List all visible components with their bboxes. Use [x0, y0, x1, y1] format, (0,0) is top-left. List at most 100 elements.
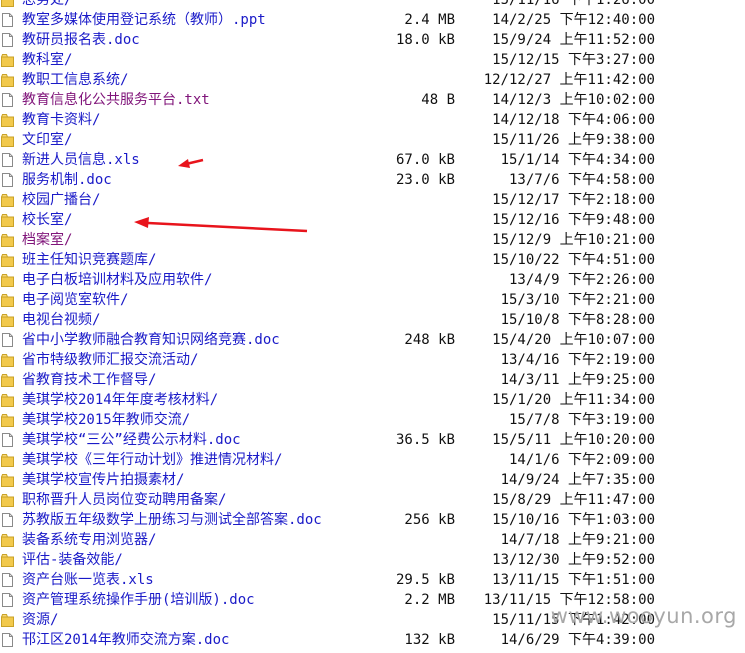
folder-icon: [0, 113, 14, 127]
list-item[interactable]: 文印室/15/11/26 上午9:38:00: [0, 130, 745, 150]
folder-link[interactable]: 教科室/: [22, 50, 72, 70]
folder-link[interactable]: 文印室/: [22, 130, 72, 150]
list-item[interactable]: 新进人员信息.xls 67.0 kB 15/1/14 下午4:34:00: [0, 150, 745, 170]
folder-icon: [0, 493, 14, 507]
list-item[interactable]: 档案室/15/12/9 上午10:21:00: [0, 230, 745, 250]
list-item[interactable]: 职称晋升人员岗位变动聘用备案/15/8/29 上午11:47:00: [0, 490, 745, 510]
list-item[interactable]: 总务处/15/11/16 下午1:26:00: [0, 0, 745, 10]
folder-link[interactable]: 美琪学校2014年年度考核材料/: [22, 390, 218, 410]
file-size: 18.0 kB: [395, 32, 455, 48]
folder-link[interactable]: 教职工信息系统/: [22, 70, 128, 90]
folder-icon: [0, 353, 14, 367]
list-item[interactable]: 美琪学校《三年行动计划》推进情况材料/14/1/6 下午2:09:00: [0, 450, 745, 470]
folder-icon: [0, 253, 14, 267]
list-item[interactable]: 教科室/15/12/15 下午3:27:00: [0, 50, 745, 70]
folder-link[interactable]: 美琪学校《三年行动计划》推进情况材料/: [22, 450, 282, 470]
folder-link[interactable]: 装备系统专用浏览器/: [22, 530, 156, 550]
folder-link[interactable]: 美琪学校宣传片拍摄素材/: [22, 470, 184, 490]
list-item[interactable]: 教职工信息系统/12/12/27 上午11:42:00: [0, 70, 745, 90]
folder-link[interactable]: 教育卡资料/: [22, 110, 100, 130]
folder-icon: [1, 0, 14, 7]
modified-date: 15/3/10 下午2:21:00: [500, 292, 655, 308]
file-link[interactable]: 教研员报名表.doc: [22, 30, 140, 50]
modified-date: 15/11/16 下午1:26:00: [492, 0, 655, 8]
list-item[interactable]: 美琪学校宣传片拍摄素材/14/9/24 上午7:35:00: [0, 470, 745, 490]
file-link[interactable]: 资产管理系统操作手册(培训版).doc: [22, 590, 255, 610]
list-item[interactable]: 美琪学校“三公”经费公示材料.doc 36.5 kB 15/5/11 上午10:20…: [0, 430, 745, 450]
list-item[interactable]: 省中小学教师融合教育知识网络竞赛.doc 248 kB 15/4/20 上午10:0…: [0, 330, 745, 350]
folder-icon: [0, 133, 14, 147]
folder-link[interactable]: 职称晋升人员岗位变动聘用备案/: [22, 490, 226, 510]
folder-icon: [0, 373, 14, 387]
folder-link[interactable]: 班主任知识竞赛题库/: [22, 250, 156, 270]
list-item[interactable]: 电子阅览室软件/15/3/10 下午2:21:00: [0, 290, 745, 310]
list-item[interactable]: 评估-装备效能/13/12/30 上午9:52:00: [0, 550, 745, 570]
list-item[interactable]: 校长室/15/12/16 下午9:48:00: [0, 210, 745, 230]
file-icon: [1, 573, 14, 587]
folder-link[interactable]: 省教育技术工作督导/: [22, 370, 156, 390]
modified-date: 14/12/18 下午4:06:00: [492, 112, 655, 128]
file-link[interactable]: 教育信息化公共服务平台.txt: [22, 90, 210, 110]
list-item[interactable]: 教室多媒体使用登记系统（教师）.ppt 2.4 MB 14/2/25 下午12:40…: [0, 10, 745, 30]
folder-link[interactable]: 电子白板培训材料及应用软件/: [22, 270, 212, 290]
folder-icon: [0, 233, 14, 247]
file-size: 23.0 kB: [395, 172, 455, 188]
folder-link[interactable]: 电视台视频/: [22, 310, 100, 330]
list-item[interactable]: 电子白板培训材料及应用软件/13/4/9 下午2:26:00: [0, 270, 745, 290]
file-size: 2.4 MB: [404, 12, 455, 28]
file-icon: [1, 93, 14, 107]
file-icon: [1, 593, 14, 607]
list-item[interactable]: 资产台账一览表.xls 29.5 kB 13/11/15 下午1:51:00: [0, 570, 745, 590]
folder-link[interactable]: 电子阅览室软件/: [22, 290, 128, 310]
list-item[interactable]: 班主任知识竞赛题库/15/10/22 下午4:51:00: [0, 250, 745, 270]
folder-icon: [0, 293, 14, 307]
folder-link[interactable]: 总务处/: [22, 0, 72, 10]
file-size: 256 kB: [404, 512, 455, 528]
file-link[interactable]: 资产台账一览表.xls: [22, 570, 154, 590]
folder-icon: [0, 193, 14, 207]
modified-date: 15/12/17 下午2:18:00: [492, 192, 655, 208]
file-link[interactable]: 省中小学教师融合教育知识网络竞赛.doc: [22, 330, 280, 350]
list-item[interactable]: 苏教版五年级数学上册练习与测试全部答案.doc 256 kB 15/10/16 下午…: [0, 510, 745, 530]
folder-link[interactable]: 资源/: [22, 610, 58, 630]
list-item[interactable]: 电视台视频/15/10/8 下午8:28:00: [0, 310, 745, 330]
modified-date: 15/10/22 下午4:51:00: [492, 252, 655, 268]
list-item[interactable]: 美琪学校2015年教师交流/15/7/8 下午3:19:00: [0, 410, 745, 430]
modified-date: 14/6/29 下午4:39:00: [500, 632, 655, 648]
file-link[interactable]: 苏教版五年级数学上册练习与测试全部答案.doc: [22, 510, 322, 530]
list-item[interactable]: 装备系统专用浏览器/14/7/18 上午9:21:00: [0, 530, 745, 550]
modified-date: 15/8/29 上午11:47:00: [492, 492, 655, 508]
list-item[interactable]: 教育卡资料/14/12/18 下午4:06:00: [0, 110, 745, 130]
folder-link[interactable]: 校长室/: [22, 210, 72, 230]
list-item[interactable]: 教研员报名表.doc 18.0 kB 15/9/24 上午11:52:00: [0, 30, 745, 50]
folder-link[interactable]: 档案室/: [22, 230, 72, 250]
modified-date: 14/2/25 下午12:40:00: [492, 12, 655, 28]
folder-link[interactable]: 校园广播台/: [22, 190, 100, 210]
folder-link[interactable]: 省市特级教师汇报交流活动/: [22, 350, 198, 370]
folder-link[interactable]: 美琪学校2015年教师交流/: [22, 410, 190, 430]
folder-icon: [0, 393, 14, 407]
file-size: 67.0 kB: [395, 152, 455, 168]
modified-date: 15/11/26 上午9:38:00: [492, 132, 655, 148]
list-item[interactable]: 邗江区2014年教师交流方案.doc 132 kB 14/6/29 下午4:39:0…: [0, 630, 745, 650]
list-item[interactable]: 美琪学校2014年年度考核材料/15/1/20 上午11:34:00: [0, 390, 745, 410]
folder-link[interactable]: 评估-装备效能/: [22, 550, 123, 570]
file-link[interactable]: 邗江区2014年教师交流方案.doc: [22, 630, 229, 650]
folder-icon: [0, 553, 14, 567]
modified-date: 12/12/27 上午11:42:00: [483, 72, 655, 88]
file-link[interactable]: 服务机制.doc: [22, 170, 112, 190]
file-icon: [1, 153, 14, 167]
list-item[interactable]: 省市特级教师汇报交流活动/13/4/16 下午2:19:00: [0, 350, 745, 370]
file-size: 36.5 kB: [395, 432, 455, 448]
file-link[interactable]: 教室多媒体使用登记系统（教师）.ppt: [22, 10, 266, 30]
file-link[interactable]: 新进人员信息.xls: [22, 150, 140, 170]
file-link[interactable]: 美琪学校“三公”经费公示材料.doc: [22, 430, 241, 450]
modified-date: 13/4/9 下午2:26:00: [508, 272, 655, 288]
list-item[interactable]: 校园广播台/15/12/17 下午2:18:00: [0, 190, 745, 210]
list-item[interactable]: 省教育技术工作督导/14/3/11 上午9:25:00: [0, 370, 745, 390]
file-size: 132 kB: [404, 632, 455, 648]
modified-date: 13/11/15 下午1:51:00: [492, 572, 655, 588]
list-item[interactable]: 教育信息化公共服务平台.txt 48 B 14/12/3 上午10:02:00: [0, 90, 745, 110]
modified-date: 15/10/16 下午1:03:00: [492, 512, 655, 528]
list-item[interactable]: 服务机制.doc 23.0 kB 13/7/6 下午4:58:00: [0, 170, 745, 190]
